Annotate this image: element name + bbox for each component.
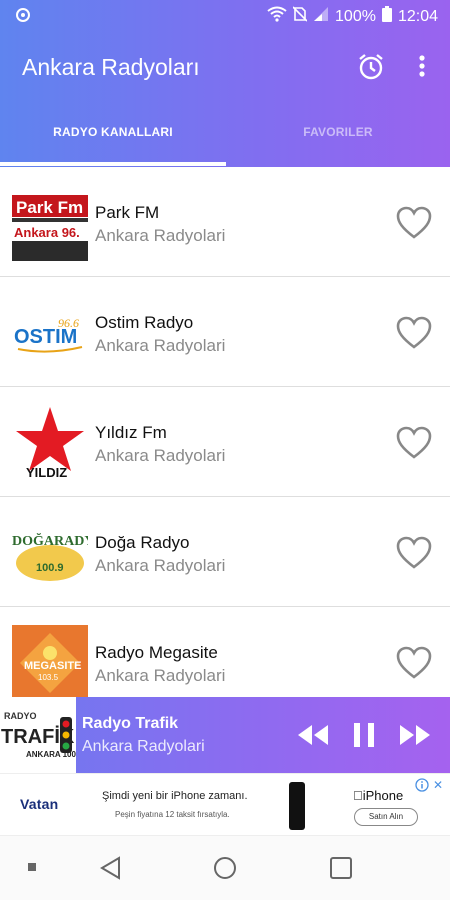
recent-apps-icon[interactable] (330, 857, 352, 879)
doga-logo-freq: 100.9 (36, 562, 64, 574)
app-title: Ankara Radyoları (22, 54, 200, 80)
yildiz-fm-logo: YILDIZ (12, 405, 88, 481)
battery-percent: 100% (335, 7, 376, 25)
doga-logo-text: DOĞARADYO (12, 532, 88, 549)
station-subtitle: Ankara Radyolari (95, 226, 226, 245)
station-row-yildiz-fm[interactable]: YILDIZ Yıldız Fm Ankara Radyolari (0, 387, 450, 497)
tab-favoriler[interactable]: FAVORILER (226, 125, 450, 139)
station-title: Doğa Radyo (95, 533, 190, 552)
player-subtitle: Ankara Radyolari (82, 738, 205, 755)
station-list: Park Fm Ankara 96. Park FM Ankara Radyol… (0, 167, 450, 717)
ad-product-name: iPhone (353, 788, 403, 803)
status-bar: 100% 12:04 (0, 0, 450, 32)
favorite-heart-icon[interactable] (396, 206, 432, 240)
ad-brand-logo: Vatan (20, 796, 59, 812)
favorite-heart-icon[interactable] (396, 536, 432, 570)
ad-product: iPhone (353, 788, 403, 803)
radyo-trafik-logo: RADYO TRAFİK ANKARA 100 (0, 697, 76, 773)
tab-radyo-kanallari[interactable]: RADYO KANALLARI (0, 125, 226, 139)
ad-close-icon[interactable]: ✕ (433, 778, 443, 792)
alarm-clock-icon[interactable] (356, 52, 386, 82)
home-icon[interactable] (213, 856, 237, 880)
nav-dot-icon[interactable] (28, 863, 36, 871)
trafik-logo-bottom: ANKARA 100 (26, 750, 76, 759)
ad-info-icon[interactable] (415, 778, 429, 792)
active-tab-indicator (0, 162, 226, 166)
mini-player[interactable]: RADYO TRAFİK ANKARA 100 Radyo Trafik Ank… (0, 697, 450, 773)
app-bar: Ankara Radyoları RADYO KANALLARI FAVORIL… (0, 32, 450, 167)
ad-headline: Şimdi yeni bir iPhone zamanı. (102, 790, 248, 802)
back-icon[interactable] (99, 856, 123, 880)
ostim-radyo-logo: OSTIM 96.6 (12, 295, 88, 371)
station-subtitle: Ankara Radyolari (95, 446, 226, 465)
system-nav-bar (0, 835, 450, 900)
station-subtitle: Ankara Radyolari (95, 666, 226, 685)
rewind-icon[interactable] (296, 721, 330, 749)
station-title: Yıldız Fm (95, 423, 167, 442)
no-sim-icon (292, 6, 308, 27)
park-fm-logo: Park Fm Ankara 96. (12, 185, 88, 261)
android-debug-icon (14, 6, 32, 29)
trafik-logo-top: RADYO (4, 711, 37, 721)
megasite-logo-text: MEGASITE (24, 660, 81, 672)
park-fm-logo-text: Park Fm (16, 198, 83, 217)
station-row-park-fm[interactable]: Park Fm Ankara 96. Park FM Ankara Radyol… (0, 167, 450, 277)
station-subtitle: Ankara Radyolari (95, 336, 226, 355)
favorite-heart-icon[interactable] (396, 646, 432, 680)
player-title: Radyo Trafik (82, 715, 179, 732)
station-title: Ostim Radyo (95, 313, 194, 332)
ad-banner[interactable]: Vatan Şimdi yeni bir iPhone zamanı. Peşi… (0, 773, 450, 835)
wifi-icon (267, 6, 287, 27)
clock-time: 12:04 (397, 7, 438, 25)
favorite-heart-icon[interactable] (396, 426, 432, 460)
favorite-heart-icon[interactable] (396, 316, 432, 350)
fast-forward-icon[interactable] (398, 721, 432, 749)
doga-radyo-logo: DOĞARADYO 100.9 (12, 515, 88, 591)
ostim-logo-freq: 96.6 (58, 316, 79, 330)
ad-phone-image (289, 782, 305, 830)
station-title: Radyo Megasite (95, 643, 218, 662)
station-subtitle: Ankara Radyolari (95, 556, 226, 575)
megasite-logo-freq: 103.5 (38, 673, 59, 682)
station-row-ostim-radyo[interactable]: OSTIM 96.6 Ostim Radyo Ankara Radyolari (0, 277, 450, 387)
ad-subline: Peşin fiyatına 12 taksit fırsatıyla. (115, 810, 230, 819)
battery-icon (381, 6, 392, 27)
more-vert-icon[interactable] (410, 52, 434, 82)
signal-icon (313, 6, 329, 27)
ad-cta-button[interactable]: Satın Alın (354, 808, 418, 826)
pause-icon[interactable] (350, 721, 378, 749)
park-fm-logo-freq: Ankara 96. (14, 225, 80, 240)
radyo-megasite-logo: MEGASITE 103.5 (12, 625, 88, 701)
station-row-doga-radyo[interactable]: DOĞARADYO 100.9 Doğa Radyo Ankara Radyol… (0, 497, 450, 607)
station-title: Park FM (95, 203, 160, 222)
yildiz-logo-text: YILDIZ (26, 465, 67, 480)
